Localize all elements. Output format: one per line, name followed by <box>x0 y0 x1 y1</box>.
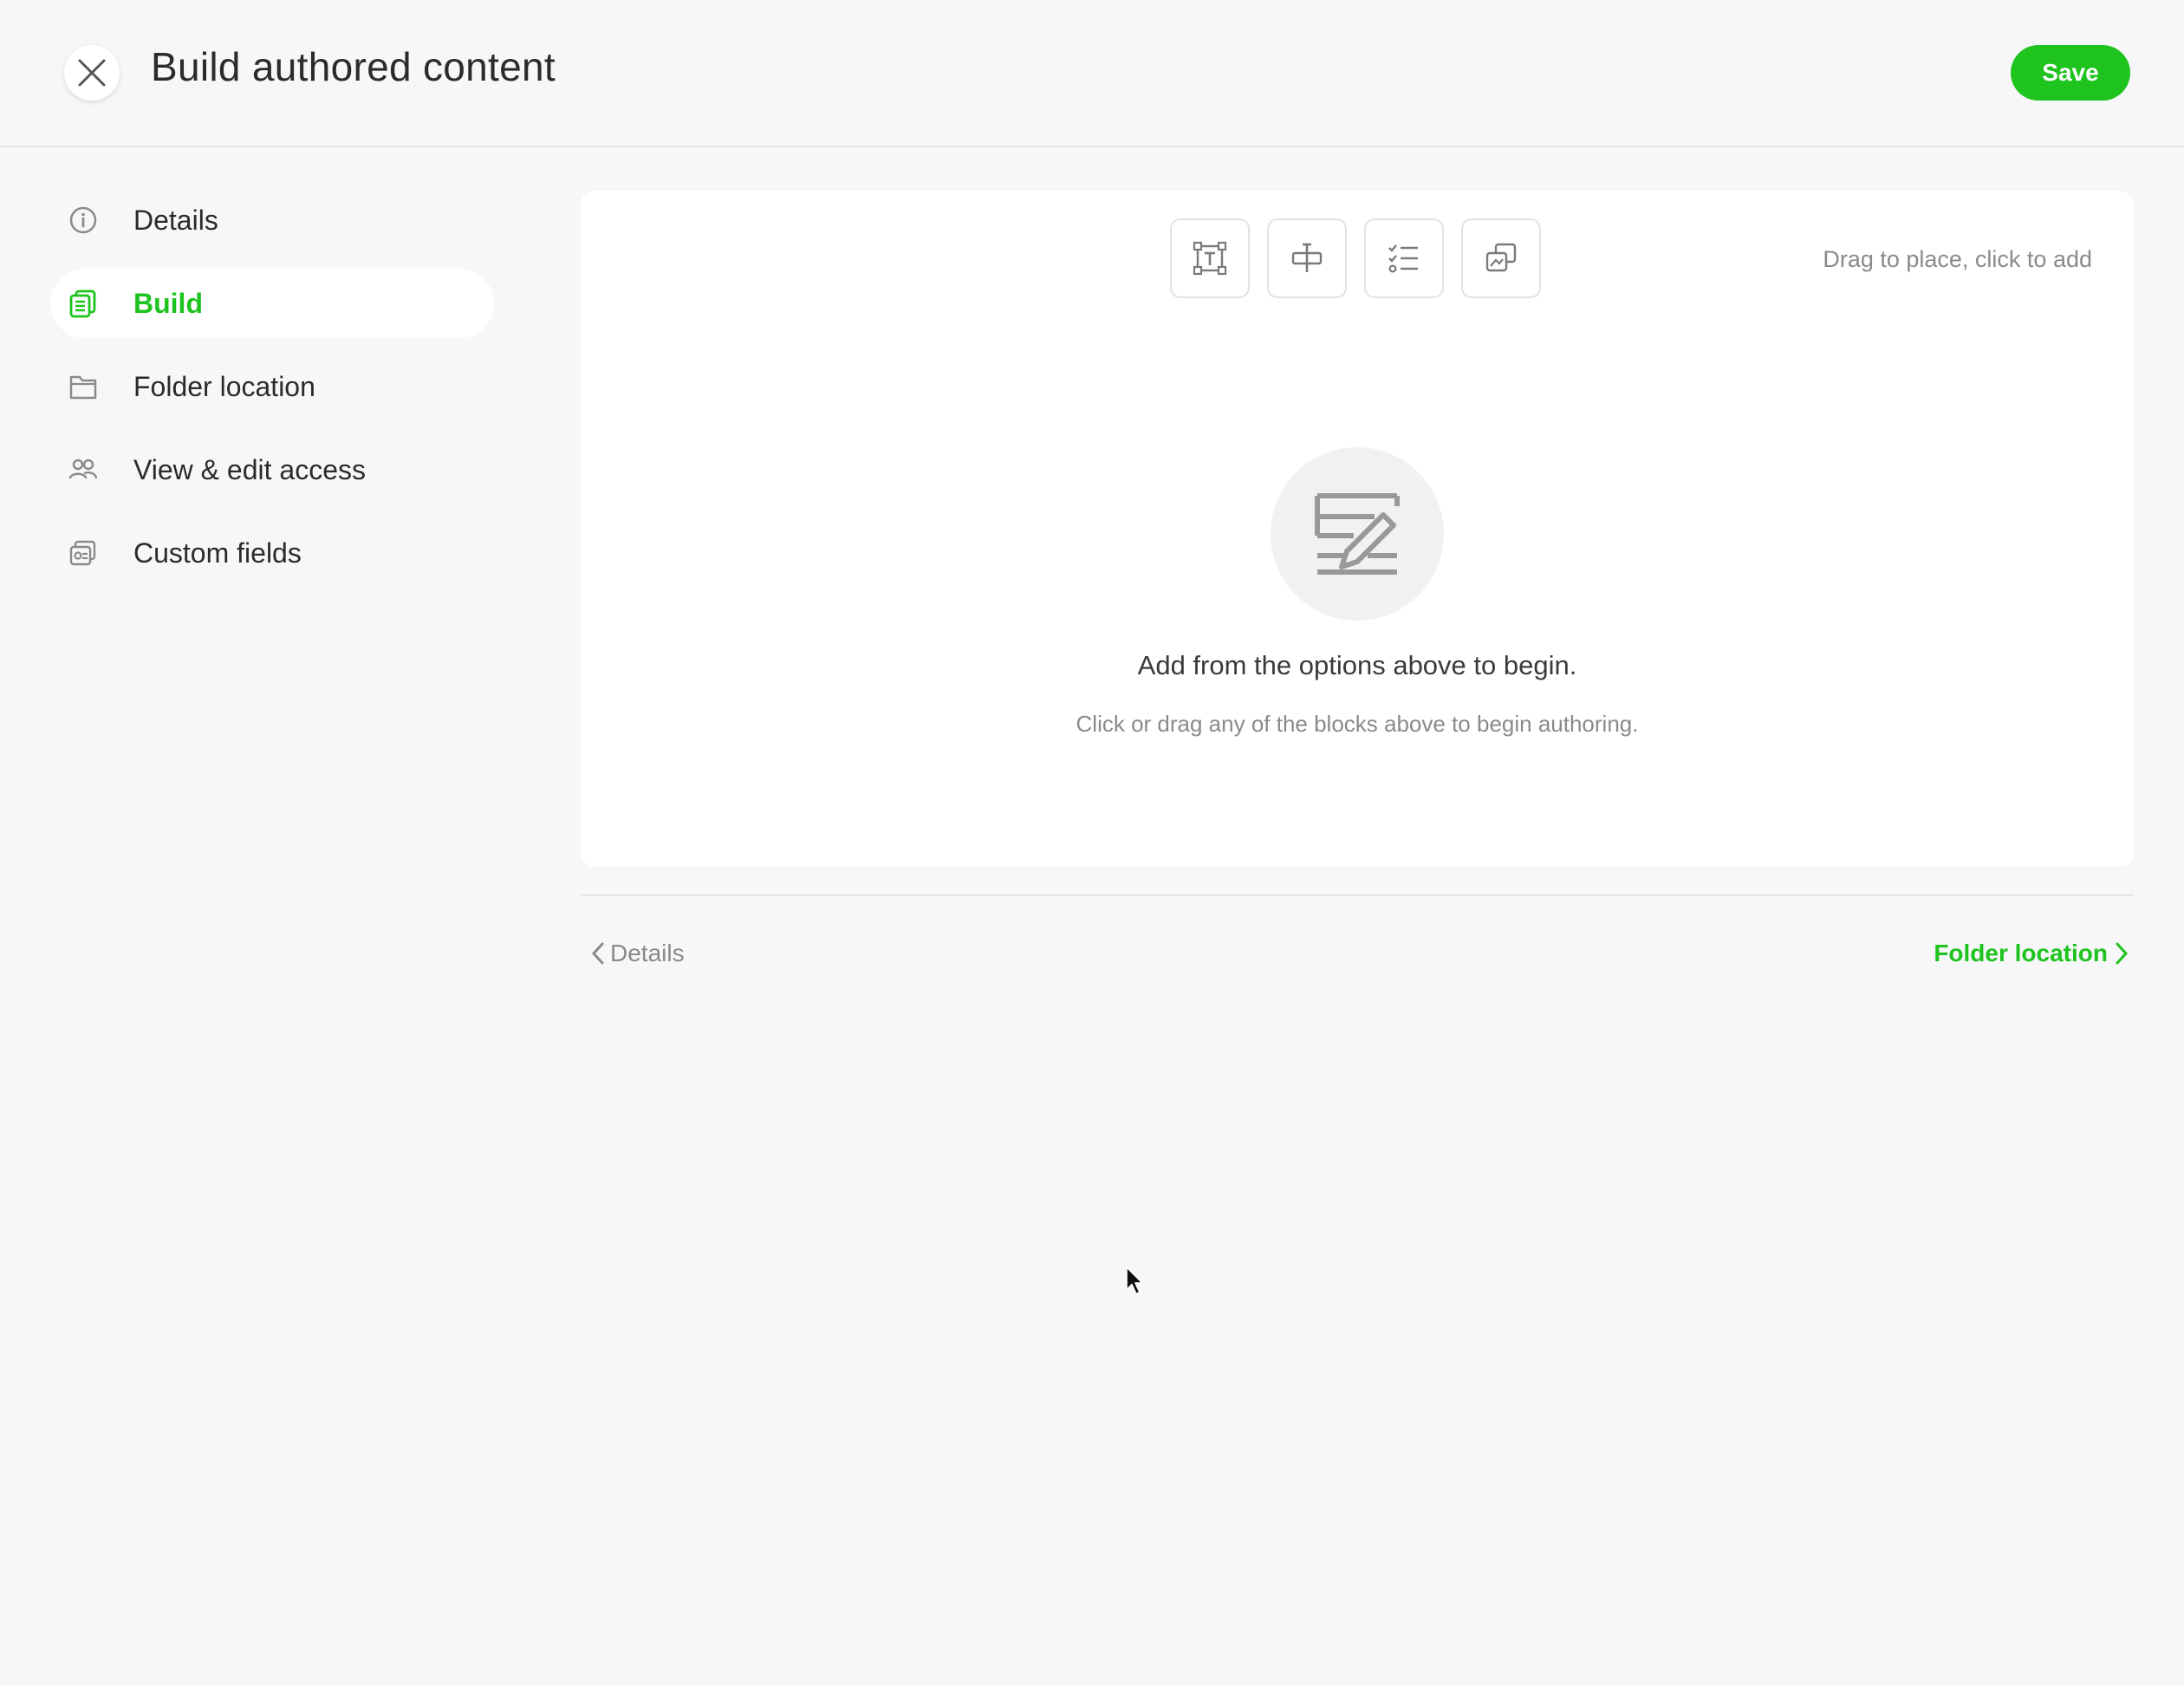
previous-step-label: Details <box>610 940 685 966</box>
authoring-canvas: Drag to place, click to add Add from the… <box>581 191 2134 867</box>
sidebar-item-label: Build <box>133 287 203 319</box>
empty-state-title: Add from the options above to begin. <box>1137 650 1577 680</box>
page-header: Build authored content Save <box>0 0 2184 147</box>
previous-step-link[interactable]: Details <box>589 940 685 967</box>
toolbar-hint: Drag to place, click to add <box>1823 246 2092 272</box>
text-block-icon <box>1193 241 1227 276</box>
text-block-button[interactable] <box>1170 218 1250 298</box>
sidebar-nav: Details Build Folder location View & edi… <box>50 185 494 602</box>
page-title: Build authored content <box>151 44 556 89</box>
sidebar-item-custom-fields[interactable]: Custom fields <box>50 518 494 588</box>
folder-icon <box>68 371 99 402</box>
sidebar-item-details[interactable]: Details <box>50 185 494 255</box>
list-block-icon <box>1388 244 1418 273</box>
build-pages-icon <box>68 288 99 319</box>
sidebar-item-view-edit-access[interactable]: View & edit access <box>50 435 494 504</box>
chevron-left-icon <box>591 942 604 965</box>
divider-block-icon <box>1291 243 1323 272</box>
list-block-button[interactable] <box>1364 218 1444 298</box>
mouse-cursor-icon <box>1126 1266 1143 1295</box>
sidebar-item-label: Custom fields <box>133 537 302 569</box>
custom-fields-icon <box>68 537 99 569</box>
close-button[interactable] <box>64 45 120 101</box>
sidebar-item-label: Details <box>133 204 218 236</box>
save-button[interactable]: Save <box>2011 45 2130 101</box>
authoring-icon <box>1315 493 1400 575</box>
content-divider <box>581 895 2134 896</box>
next-step-link[interactable]: Folder location <box>1934 940 2130 967</box>
media-block-button[interactable] <box>1461 218 1541 298</box>
sidebar-item-build[interactable]: Build <box>50 269 494 338</box>
empty-state-subtitle: Click or drag any of the blocks above to… <box>1076 711 1639 737</box>
sidebar-item-label: View & edit access <box>133 453 366 485</box>
empty-state-badge <box>1271 447 1444 621</box>
info-icon <box>68 205 99 236</box>
next-step-label: Folder location <box>1934 940 2108 966</box>
media-block-icon <box>1485 243 1517 272</box>
chevron-right-icon <box>2116 942 2129 965</box>
people-icon <box>68 454 99 485</box>
sidebar-item-label: Folder location <box>133 370 315 402</box>
divider-block-button[interactable] <box>1267 218 1347 298</box>
close-icon <box>78 59 106 87</box>
sidebar-item-folder-location[interactable]: Folder location <box>50 352 494 421</box>
